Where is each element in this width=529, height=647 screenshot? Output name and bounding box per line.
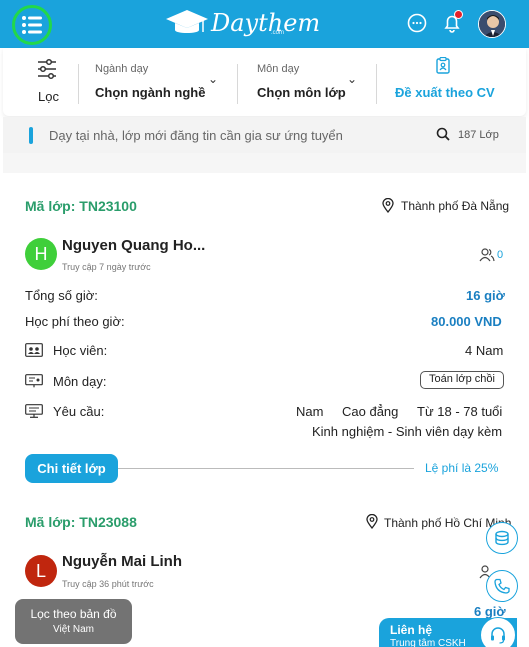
requirements-label: Yêu cầu: (53, 404, 105, 419)
subject-area-value: Chọn ngành nghề (95, 85, 206, 100)
map-filter-title: Lọc theo bản đồ (30, 607, 117, 621)
cv-suggest-link[interactable]: Đề xuất theo CV (395, 85, 495, 100)
top-header: Daythem .com (0, 0, 529, 48)
logo-domain: .com (271, 30, 285, 36)
filter-divider (237, 64, 238, 104)
filter-label[interactable]: Lọc (38, 89, 59, 104)
class-detail-label: Chi tiết lớp (37, 461, 106, 476)
requirement-age: Từ 18 - 78 tuổi (417, 404, 503, 419)
tutor-initial: L (35, 560, 46, 581)
requirements-icon (25, 404, 43, 418)
location-pin-icon (382, 198, 394, 213)
location-pin-icon (366, 514, 378, 529)
subject-caption: Môn dạy (257, 63, 300, 75)
class-code[interactable]: Mã lớp: TN23100 (25, 198, 137, 214)
students-icon (25, 343, 43, 357)
class-detail-button[interactable]: Chi tiết lớp (25, 454, 118, 483)
tutor-initial: H (34, 243, 48, 264)
chevron-down-icon: ⌄ (208, 72, 219, 86)
filter-divider (376, 64, 377, 104)
class-count: 187 Lớp (458, 129, 499, 141)
requirement-experience: Kinh nghiệm - Sinh viên dạy kèm (312, 424, 503, 439)
search-icon[interactable] (436, 127, 450, 141)
map-filter-region: Việt Nam (53, 624, 94, 635)
hourly-fee-label: Học phí theo giờ: (25, 314, 125, 329)
tutor-avatar: H (25, 238, 57, 270)
fee-divider (118, 468, 414, 469)
map-filter-button[interactable]: Lọc theo bản đồ Việt Nam (15, 599, 132, 644)
total-hours-label: Tổng số giờ: (25, 288, 98, 303)
applicants-icon (479, 248, 495, 262)
database-fab[interactable] (486, 522, 518, 554)
class-card (3, 173, 526, 491)
search-accent-bar (29, 127, 33, 144)
daythem-logo[interactable]: Daythem .com (165, 8, 320, 38)
headset-fab[interactable] (480, 617, 516, 647)
menu-list-icon (22, 16, 42, 34)
class-code[interactable]: Mã lớp: TN23088 (25, 514, 137, 530)
phone-icon (494, 578, 510, 594)
headset-icon (491, 627, 505, 644)
section-gap (3, 153, 526, 173)
contact-title: Liên hệ (390, 623, 433, 637)
tutor-last-access: Truy cập 36 phút trước (62, 579, 154, 589)
clipboard-cv-icon[interactable] (436, 57, 450, 74)
logo-text: Daythem (211, 9, 321, 37)
database-icon (495, 530, 509, 546)
requirement-gender: Nam (296, 404, 324, 419)
requirement-level: Cao đẳng (342, 404, 399, 419)
menu-button[interactable] (12, 5, 52, 45)
tutor-avatar: L (25, 555, 57, 587)
class-city: Thành phố Đà Nẵng (401, 199, 510, 213)
students-value: 4 Nam (465, 343, 504, 358)
fee-rate: Lệ phí là 25% (425, 461, 499, 475)
applicants-count: 0 (497, 249, 504, 261)
user-avatar[interactable] (478, 10, 506, 38)
contact-subtitle: Trung tâm CSKH (390, 638, 466, 647)
subject-label: Môn dạy: (53, 374, 107, 389)
subject-area-caption: Ngành dạy (95, 63, 149, 75)
students-label: Học viên: (53, 343, 108, 358)
filter-divider (78, 64, 79, 104)
subject-tag: Toán lớp chồi (420, 371, 504, 389)
phone-fab[interactable] (486, 570, 518, 602)
notification-dot (454, 10, 463, 19)
tutor-name[interactable]: Nguyen Quang Ho... (62, 237, 205, 254)
subject-value: Chọn môn lớp (257, 85, 346, 100)
tutor-last-access: Truy cập 7 ngày trước (62, 262, 151, 272)
chevron-down-icon: ⌄ (347, 72, 358, 86)
total-hours-value: 16 giờ (466, 288, 505, 303)
search-placeholder[interactable]: Dạy tại nhà, lớp mới đăng tin cần gia sư… (49, 128, 343, 143)
user-avatar-image (479, 11, 505, 37)
subject-board-icon (25, 374, 43, 388)
graduation-cap-icon (166, 10, 208, 33)
tutor-name[interactable]: Nguyễn Mai Linh (62, 553, 182, 570)
sliders-icon[interactable] (36, 58, 58, 80)
chat-icon[interactable] (406, 12, 428, 34)
hourly-fee-value: 80.000 VND (431, 314, 502, 329)
